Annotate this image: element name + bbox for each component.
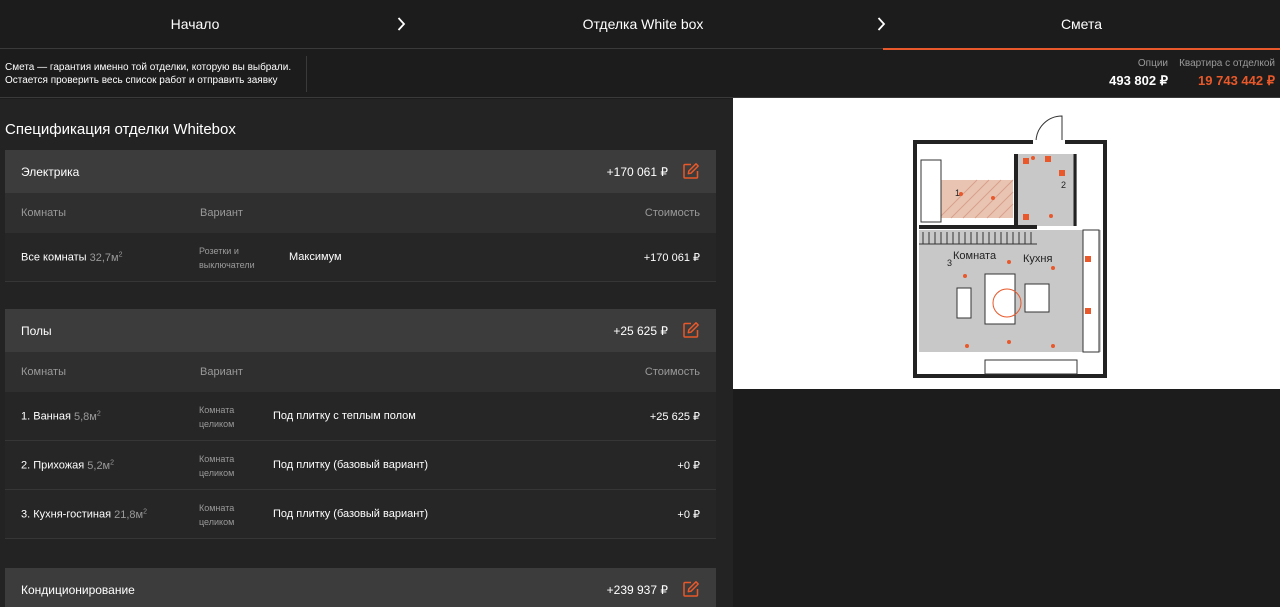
options-value: 493 802 ₽ xyxy=(1109,73,1168,88)
room-name: 1. Ванная 5,8м2 xyxy=(21,410,101,423)
group-name: Полы xyxy=(21,324,52,338)
room-area: 21,8м2 xyxy=(114,508,148,521)
variant-type: Розетки и выключатели xyxy=(199,246,255,270)
group-header: Кондиционирование +239 937 ₽ xyxy=(5,568,716,607)
group-header: Электрика +170 061 ₽ xyxy=(5,150,716,193)
row-cost: +0 ₽ xyxy=(677,460,700,472)
variant-type: Комната целиком xyxy=(199,405,235,429)
variant-option: Под плитку (базовый вариант) xyxy=(273,459,428,471)
table-row: Все комнаты 32,7м2 Розетки и выключатели… xyxy=(5,233,716,282)
step-start[interactable]: Начало xyxy=(0,0,390,49)
floor-plan: 1 2 3 Комната Кухня xyxy=(733,98,1280,389)
floor-plan-drawing: 1 2 3 Комната Кухня xyxy=(913,115,1107,378)
room-area: 32,7м2 xyxy=(89,251,123,264)
col-variant: Вариант xyxy=(200,366,243,378)
info-line-1: Смета — гарантия именно той отделки, кот… xyxy=(5,62,292,73)
edit-icon[interactable] xyxy=(682,580,700,598)
room-area: 5,8м2 xyxy=(73,410,101,423)
table-row: 1. Ванная 5,8м2 Комната целиком Под плит… xyxy=(5,392,716,441)
row-cost: +0 ₽ xyxy=(677,509,700,521)
variant-type: Комната целиком xyxy=(199,454,235,478)
step-navigation: Начало Отделка White box Смета xyxy=(0,0,1280,50)
row-cost: +25 625 ₽ xyxy=(649,411,700,423)
room-name: 3. Кухня-гостиная 21,8м2 xyxy=(21,508,148,521)
col-variant: Вариант xyxy=(200,207,243,219)
step-estimate-active[interactable]: Смета xyxy=(883,0,1280,50)
total-price: Квартира с отделкой 19 743 442 ₽ xyxy=(1179,58,1275,89)
column-headers: Комнаты Вариант Стоимость xyxy=(5,352,716,392)
plan-label-kitchen: Кухня xyxy=(1023,253,1052,265)
variant-option: Под плитку (базовый вариант) xyxy=(273,508,428,520)
col-cost: Стоимость xyxy=(644,366,700,378)
row-cost: +170 061 ₽ xyxy=(643,252,700,264)
spec-panel: Спецификация отделки Whitebox Электрика … xyxy=(0,99,733,607)
room-name: 2. Прихожая 5,2м2 xyxy=(21,459,115,472)
plan-label-hall: 2 xyxy=(1061,180,1066,190)
table-row: 2. Прихожая 5,2м2 Комната целиком Под пл… xyxy=(5,441,716,490)
group-sum: +25 625 ₽ xyxy=(613,324,668,338)
plan-label-room: Комната xyxy=(953,250,997,262)
group-name: Электрика xyxy=(21,165,80,179)
column-headers: Комнаты Вариант Стоимость xyxy=(5,193,716,233)
spec-group-floors: Полы +25 625 ₽ Комнаты Вариант Стоимость… xyxy=(5,309,716,539)
options-label: Опции xyxy=(1137,58,1168,69)
plan-label-bath: 1 xyxy=(955,188,960,198)
col-cost: Стоимость xyxy=(644,207,700,219)
chevron-right-icon xyxy=(397,16,406,32)
options-price: Опции 493 802 ₽ xyxy=(1109,58,1168,89)
room-name: Все комнаты 32,7м2 xyxy=(21,251,123,264)
spec-title: Спецификация отделки Whitebox xyxy=(5,121,236,138)
room-area: 5,2м2 xyxy=(87,459,115,472)
right-empty-area xyxy=(733,389,1280,607)
divider xyxy=(306,56,307,92)
edit-icon[interactable] xyxy=(682,162,700,180)
info-description: Смета — гарантия именно той отделки, кот… xyxy=(5,61,291,87)
variant-type: Комната целиком xyxy=(199,503,235,527)
variant-option: Под плитку с теплым полом xyxy=(273,410,416,422)
edit-icon[interactable] xyxy=(682,321,700,339)
total-value: 19 743 442 ₽ xyxy=(1198,73,1275,88)
info-bar: Смета — гарантия именно той отделки, кот… xyxy=(0,50,1280,98)
plan-label-room-number: 3 xyxy=(947,258,952,268)
group-name: Кондиционирование xyxy=(21,583,135,597)
table-row: 3. Кухня-гостиная 21,8м2 Комната целиком… xyxy=(5,490,716,539)
group-sum: +170 061 ₽ xyxy=(606,165,668,179)
group-sum: +239 937 ₽ xyxy=(606,583,668,597)
group-header: Полы +25 625 ₽ xyxy=(5,309,716,352)
variant-option: Максимум xyxy=(289,251,342,263)
info-line-2: Остается проверить весь список работ и о… xyxy=(5,75,278,86)
spec-group-electrics: Электрика +170 061 ₽ Комнаты Вариант Сто… xyxy=(5,150,716,282)
col-rooms: Комнаты xyxy=(21,366,66,378)
col-rooms: Комнаты xyxy=(21,207,66,219)
step-whitebox[interactable]: Отделка White box xyxy=(412,0,874,49)
spec-group-conditioning: Кондиционирование +239 937 ₽ xyxy=(5,568,716,607)
total-label: Квартира с отделкой xyxy=(1179,58,1275,69)
